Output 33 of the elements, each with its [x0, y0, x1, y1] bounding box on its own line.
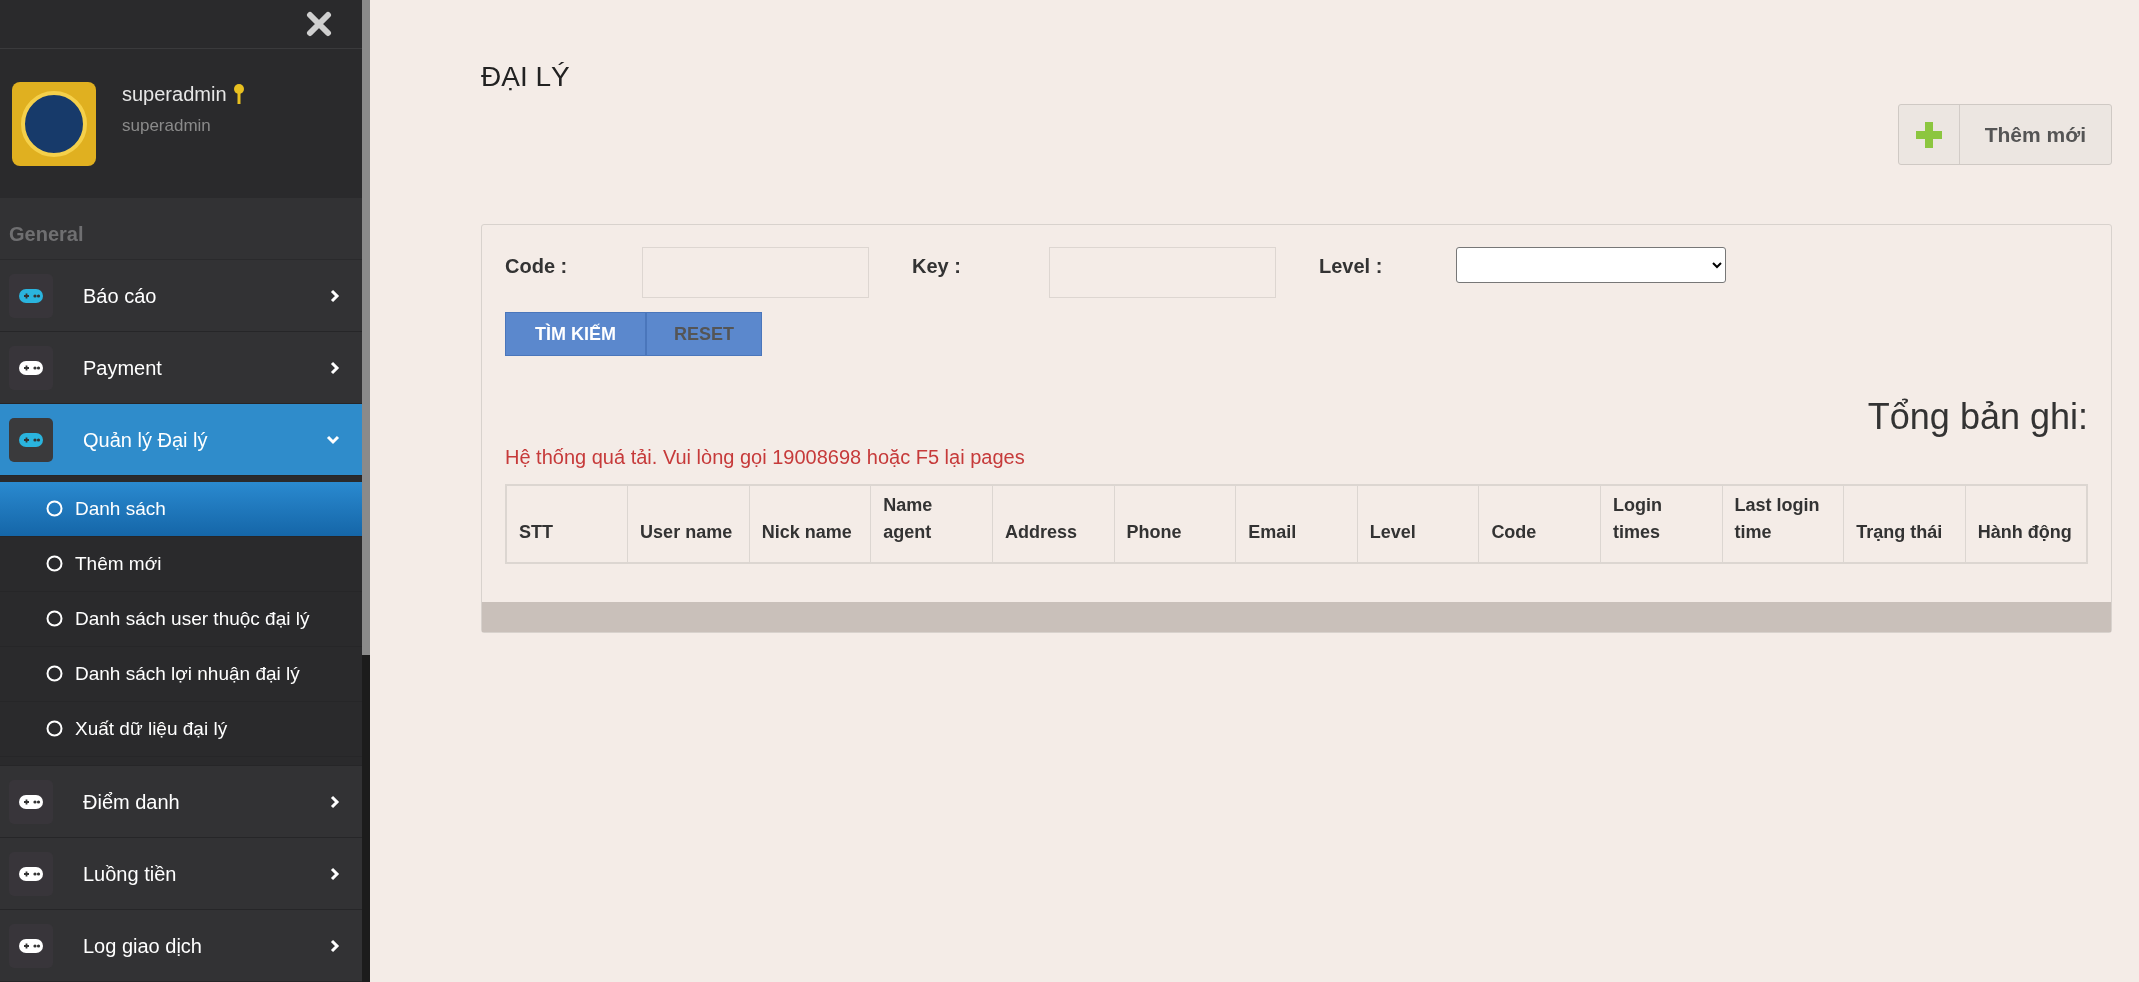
search-button[interactable]: TÌM KIẾM	[505, 312, 646, 356]
chevron-down-icon	[326, 434, 340, 445]
circle-icon	[46, 500, 63, 517]
chevron-right-icon	[330, 938, 340, 953]
menu-item[interactable]: Quản lý Đại lý	[0, 404, 362, 476]
total-records-label: Tổng bản ghi:	[1867, 395, 2088, 439]
close-icon[interactable]	[306, 11, 332, 37]
circle-icon	[46, 555, 63, 572]
scrollbar[interactable]	[362, 0, 370, 982]
profile-role: superadmin	[122, 114, 212, 137]
menu-item[interactable]: Luồng tiền	[0, 838, 362, 910]
circle-icon	[46, 720, 63, 737]
add-new-button[interactable]: Thêm mới	[1897, 104, 2112, 165]
chevron-right-icon	[330, 360, 340, 375]
field-label: Code :	[505, 254, 569, 279]
field-label: Level :	[1319, 254, 1384, 279]
key-icon	[232, 82, 245, 105]
section-heading: General	[9, 222, 84, 247]
profile-name: superadmin	[122, 81, 227, 107]
menu-item[interactable]: Log giao dịch	[0, 910, 362, 982]
level-select[interactable]	[1455, 247, 1726, 283]
field-label: Key :	[912, 254, 962, 279]
circle-icon	[46, 610, 63, 627]
chevron-right-icon	[330, 866, 340, 881]
chevron-right-icon	[330, 288, 340, 303]
error-message: Hệ thống quá tải. Vui lòng gọi 19008698 hoặc F5 lại pages	[505, 445, 1026, 470]
plus-icon	[1915, 121, 1942, 148]
submenu-item[interactable]: Danh sách	[0, 482, 362, 537]
menu-item[interactable]: Báo cáo	[0, 260, 362, 332]
page-title: ĐẠI LÝ	[481, 60, 570, 94]
chevron-right-icon	[330, 794, 340, 809]
circle-icon	[46, 665, 63, 682]
menu-item[interactable]: Điểm danh	[0, 766, 362, 838]
